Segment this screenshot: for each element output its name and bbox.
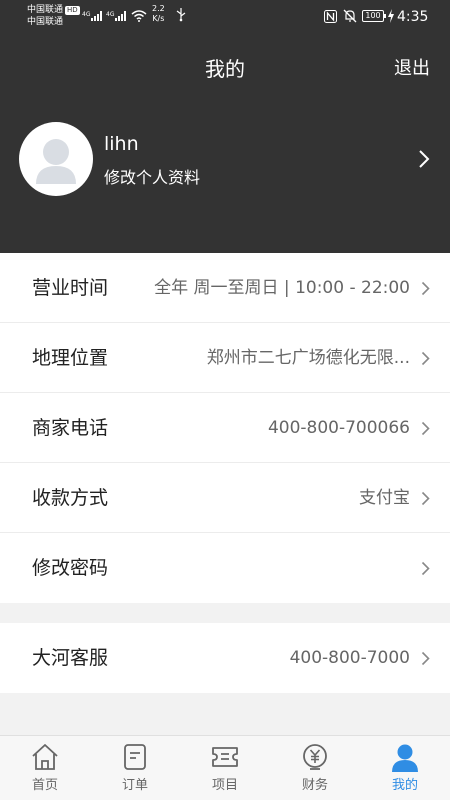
profile-card[interactable]: lihn 修改个人资料	[0, 116, 450, 204]
network-speed: 2.2 K/s	[152, 4, 165, 23]
avatar[interactable]	[19, 122, 93, 196]
carrier-name-2: 中国联通	[27, 17, 64, 27]
location-row[interactable]: 地理位置 郑州市二七广场德化无限...	[0, 323, 450, 393]
tab-projects[interactable]: 项目	[180, 736, 270, 800]
row-label: 商家电话	[32, 417, 109, 439]
bell-muted-icon	[343, 9, 357, 23]
tab-label: 财务	[301, 778, 328, 793]
payment-method-row[interactable]: 收款方式 支付宝	[0, 463, 450, 533]
network-type-2: 4G	[106, 11, 115, 18]
change-password-row[interactable]: 修改密码	[0, 533, 450, 603]
row-value: 400-800-7000	[289, 648, 410, 668]
finance-icon	[303, 744, 327, 770]
signal-icon-2: 4G	[106, 11, 126, 21]
profile-icon	[392, 744, 418, 772]
order-icon	[124, 744, 146, 770]
project-icon	[212, 747, 238, 767]
row-value: 支付宝	[359, 488, 410, 508]
row-label: 营业时间	[32, 277, 109, 299]
tab-label: 我的	[391, 778, 418, 793]
home-icon	[32, 744, 58, 770]
row-value: 400-800-700066	[267, 418, 410, 438]
row-label: 地理位置	[32, 347, 109, 369]
tab-home[interactable]: 首页	[0, 736, 90, 800]
chevron-right-icon	[421, 561, 430, 576]
page-title: 我的	[205, 57, 245, 81]
chevron-right-icon	[419, 150, 430, 168]
tab-mine[interactable]: 我的	[360, 736, 450, 800]
usb-icon	[176, 8, 186, 22]
profile-header: 中国联通 HD 中国联通 4G 4G 2.2 K/s 100 4:35 我的 退…	[0, 0, 450, 253]
business-hours-row[interactable]: 营业时间 全年 周一至周日 | 10:00 - 22:00	[0, 253, 450, 323]
chevron-right-icon	[421, 421, 430, 436]
chevron-right-icon	[421, 351, 430, 366]
row-label: 修改密码	[32, 557, 109, 579]
logout-button[interactable]: 退出	[394, 54, 430, 84]
tab-label: 首页	[31, 778, 58, 793]
nfc-icon	[324, 10, 337, 23]
status-time: 4:35	[397, 9, 429, 25]
status-bar: 中国联通 HD 中国联通 4G 4G 2.2 K/s 100 4:35	[0, 0, 450, 34]
settings-group-store: 营业时间 全年 周一至周日 | 10:00 - 22:00 地理位置 郑州市二七…	[0, 253, 450, 603]
row-value: 郑州市二七广场德化无限...	[206, 348, 410, 368]
edit-profile-link[interactable]: 修改个人资料	[104, 166, 200, 190]
chevron-right-icon	[421, 651, 430, 666]
signal-icon: 4G	[82, 11, 102, 21]
row-label: 大河客服	[32, 647, 109, 669]
hd-badge: HD	[65, 6, 80, 15]
customer-service-row[interactable]: 大河客服 400-800-7000	[0, 623, 450, 693]
carrier-info: 中国联通 HD 中国联通	[27, 4, 80, 28]
tab-finance[interactable]: 财务	[270, 736, 360, 800]
charging-icon	[388, 9, 394, 23]
tab-label: 项目	[211, 778, 238, 793]
carrier-name-1: 中国联通	[27, 5, 64, 15]
tab-label: 订单	[121, 778, 148, 793]
bottom-tab-bar: 首页 订单 项目 财务 我的	[0, 735, 450, 800]
tab-orders[interactable]: 订单	[90, 736, 180, 800]
row-value: 全年 周一至周日 | 10:00 - 22:00	[154, 278, 410, 298]
username: lihn	[104, 133, 139, 155]
battery-indicator: 100	[362, 10, 386, 22]
settings-group-support: 大河客服 400-800-7000	[0, 623, 450, 693]
row-label: 收款方式	[32, 487, 109, 509]
chevron-right-icon	[421, 491, 430, 506]
chevron-right-icon	[421, 281, 430, 296]
default-avatar-icon	[36, 139, 76, 184]
network-type-1: 4G	[82, 11, 91, 18]
merchant-phone-row[interactable]: 商家电话 400-800-700066	[0, 393, 450, 463]
wifi-icon	[131, 10, 147, 22]
